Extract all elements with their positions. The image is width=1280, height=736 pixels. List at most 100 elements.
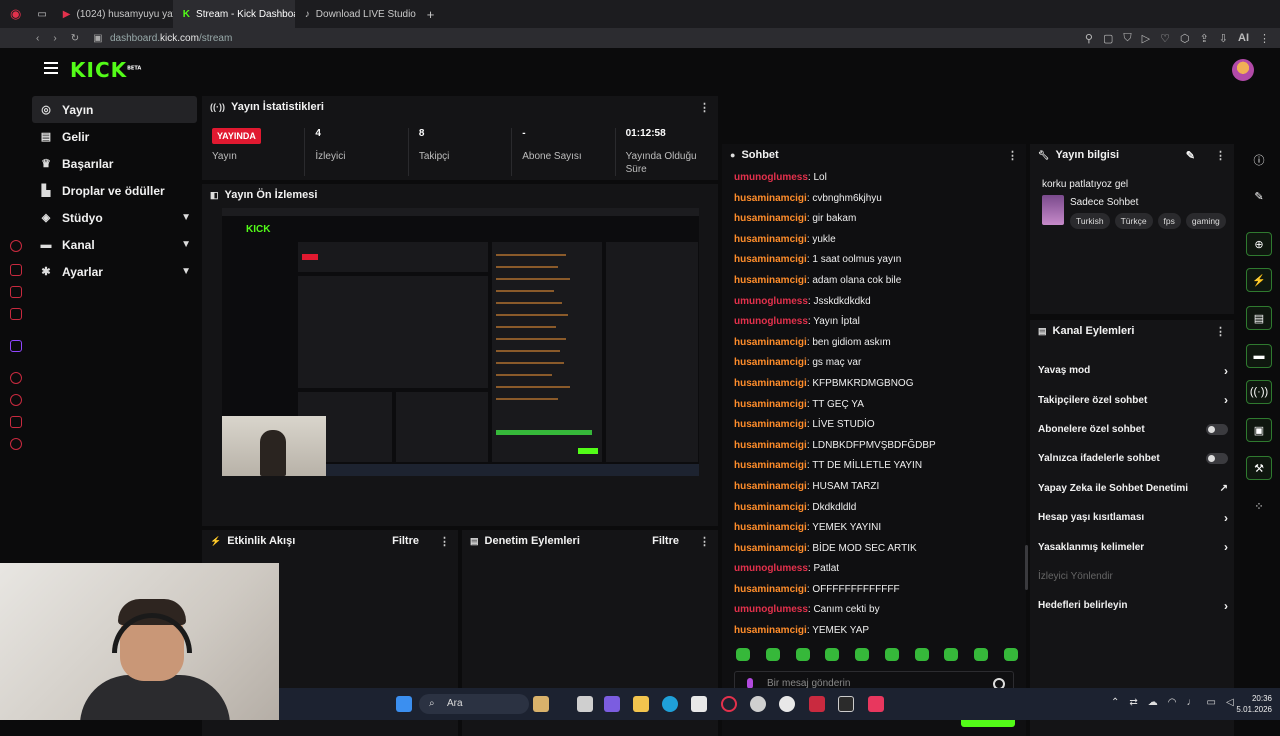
emote-icon[interactable] bbox=[944, 648, 959, 661]
back-icon[interactable]: ‹ bbox=[36, 33, 39, 44]
emote-icon[interactable] bbox=[795, 648, 810, 661]
taskbar-search[interactable]: ⌕ Ara bbox=[419, 694, 529, 714]
tab-overview-icon[interactable]: ▭ bbox=[31, 0, 52, 28]
opera-gx-icon[interactable] bbox=[721, 696, 737, 712]
target-icon[interactable]: ⊕ bbox=[1246, 232, 1272, 256]
copilot-icon[interactable] bbox=[604, 696, 620, 712]
extensions-icon[interactable]: ⬡ bbox=[1180, 32, 1190, 45]
chat-icon[interactable]: ▬ bbox=[1246, 344, 1272, 368]
chat-username[interactable]: husaminamcigi bbox=[734, 460, 807, 471]
toggle-switch[interactable] bbox=[1206, 453, 1228, 465]
twitch-icon[interactable] bbox=[10, 340, 22, 352]
chat-username[interactable]: umunoglumess bbox=[734, 172, 808, 183]
channel-action-item[interactable]: Yasaklanmış kelimeler › bbox=[1038, 532, 1228, 561]
shield-icon[interactable]: ⛉ bbox=[1123, 32, 1131, 45]
chat-username[interactable]: husaminamcigi bbox=[734, 399, 807, 410]
chat-username[interactable]: umunoglumess bbox=[734, 563, 808, 574]
chat-username[interactable]: husaminamcigi bbox=[734, 522, 807, 533]
chevron-up-icon[interactable]: ⌃ bbox=[1111, 697, 1119, 708]
moderation-icon[interactable]: ▣ bbox=[1246, 418, 1272, 442]
emote-icon[interactable] bbox=[1003, 648, 1018, 661]
store-icon[interactable] bbox=[691, 696, 707, 712]
chat-username[interactable]: husaminamcigi bbox=[734, 193, 807, 204]
screenshot-icon[interactable]: ▢ bbox=[1103, 32, 1113, 45]
chat-username[interactable]: husaminamcigi bbox=[734, 584, 807, 595]
kick-logo[interactable]: KICKBETA bbox=[70, 58, 141, 82]
heart-icon[interactable]: ♡ bbox=[1160, 32, 1170, 45]
wifi-icon[interactable]: ◠ bbox=[1168, 697, 1177, 708]
volume-icon[interactable]: ◁ bbox=[1226, 697, 1234, 708]
task-view-icon[interactable] bbox=[577, 696, 593, 712]
filter-button[interactable]: Filtre bbox=[652, 535, 679, 547]
chat-username[interactable]: husaminamcigi bbox=[734, 481, 807, 492]
player-icon[interactable] bbox=[10, 372, 22, 384]
more-icon[interactable]: ⋮ bbox=[439, 535, 450, 548]
network-icon[interactable]: ⇄ bbox=[1129, 697, 1137, 708]
display-icon[interactable]: ▭ bbox=[1207, 697, 1216, 708]
chat-username[interactable]: husaminamcigi bbox=[734, 234, 807, 245]
chat-username[interactable]: umunoglumess bbox=[734, 316, 808, 327]
more-icon[interactable]: ⋮ bbox=[1215, 149, 1226, 162]
download-icon[interactable]: ⇩ bbox=[1219, 32, 1228, 45]
channel-action-item[interactable]: Yavaş mod › bbox=[1038, 356, 1228, 385]
document-icon[interactable]: ▤ bbox=[1246, 306, 1272, 330]
emote-icon[interactable] bbox=[765, 648, 780, 661]
tab-youtube[interactable]: ▶ (1024) husamyuyu yayın v bbox=[53, 0, 173, 28]
sidebar-item-basarilar[interactable]: ♛ Başarılar bbox=[32, 150, 197, 177]
channel-action-item[interactable]: Yalnızca ifadelerle sohbet bbox=[1038, 444, 1228, 473]
chat-username[interactable]: husaminamcigi bbox=[734, 213, 807, 224]
tiktok-live-icon[interactable] bbox=[868, 696, 884, 712]
bolt-icon[interactable]: ⚡ bbox=[1246, 268, 1272, 292]
emote-icon[interactable] bbox=[736, 648, 750, 661]
sidebar-item-droplar[interactable]: ▙ Droplar ve ödüller bbox=[32, 177, 197, 204]
mail-icon[interactable] bbox=[10, 286, 22, 298]
filter-button[interactable]: Filtre bbox=[392, 535, 419, 547]
pin-icon[interactable] bbox=[10, 416, 22, 428]
chat-username[interactable]: husaminamcigi bbox=[734, 440, 807, 451]
sidebar-item-gelir[interactable]: ▤ Gelir bbox=[32, 123, 197, 150]
emote-icon[interactable] bbox=[855, 648, 870, 661]
avatar[interactable] bbox=[1232, 59, 1254, 81]
more-icon[interactable]: ⋮ bbox=[1007, 149, 1018, 162]
channel-action-item[interactable]: İzleyici Yönlendir bbox=[1038, 562, 1228, 591]
player-icon[interactable]: ▷ bbox=[1142, 32, 1150, 45]
chat-username[interactable]: husaminamcigi bbox=[734, 543, 807, 554]
emote-icon[interactable] bbox=[974, 648, 989, 661]
emote-icon[interactable] bbox=[884, 648, 899, 661]
chat-username[interactable]: umunoglumess bbox=[734, 296, 808, 307]
file-explorer-icon[interactable] bbox=[633, 696, 649, 712]
tab-kick-dashboard[interactable]: K Stream - Kick Dashboa ✕ bbox=[172, 0, 295, 28]
chat-username[interactable]: umunoglumess bbox=[734, 604, 808, 615]
stream-preview-video[interactable]: KICK bbox=[222, 208, 699, 476]
url-field[interactable]: dashboard.kick.com/stream bbox=[110, 33, 232, 44]
more-icon[interactable]: ⋮ bbox=[699, 101, 710, 114]
toggle-switch[interactable] bbox=[1206, 423, 1228, 435]
broadcast-icon[interactable]: ((·)) bbox=[1246, 380, 1272, 404]
more-icon[interactable]: ⋮ bbox=[1259, 32, 1270, 45]
steam-icon[interactable] bbox=[750, 696, 766, 712]
epic-games-icon[interactable] bbox=[838, 696, 854, 712]
wrench-icon[interactable]: ⚒ bbox=[1246, 456, 1272, 480]
browser-menu-icon[interactable]: ◉ bbox=[0, 0, 31, 28]
settings-icon[interactable] bbox=[10, 438, 22, 450]
ai-button[interactable]: AI bbox=[1238, 32, 1249, 45]
channel-action-item[interactable]: Abonelere özel sohbet bbox=[1038, 415, 1228, 444]
chat-username[interactable]: husaminamcigi bbox=[734, 502, 807, 513]
sidebar-item-yayin[interactable]: ◎ Yayın bbox=[32, 96, 197, 123]
channel-action-item[interactable]: Yapay Zeka ile Sohbet Denetimi ↗ bbox=[1038, 474, 1228, 503]
info-icon[interactable]: ⓘ bbox=[1246, 148, 1272, 172]
channel-action-item[interactable]: Hesap yaşı kısıtlaması › bbox=[1038, 503, 1228, 532]
reload-icon[interactable]: ↻ bbox=[71, 33, 79, 44]
app-icon[interactable] bbox=[809, 696, 825, 712]
more-icon[interactable]: ⋮ bbox=[699, 535, 710, 548]
microphone-icon[interactable]: ♩ bbox=[1187, 697, 1197, 708]
chat-username[interactable]: husaminamcigi bbox=[734, 419, 807, 430]
chat-username[interactable]: husaminamcigi bbox=[734, 357, 807, 368]
sidebar-item-studyo[interactable]: ◈ Stüdyo ▼ bbox=[32, 204, 197, 231]
new-tab-button[interactable]: + bbox=[417, 0, 445, 28]
edit-icon[interactable]: ✎ bbox=[1246, 184, 1272, 208]
cloud-icon[interactable]: ☁ bbox=[1148, 697, 1158, 708]
menu-icon[interactable] bbox=[44, 62, 58, 74]
bag-icon[interactable] bbox=[10, 264, 22, 276]
tab-live-studio[interactable]: ♪ Download LIVE Studio | Ti bbox=[295, 0, 417, 28]
